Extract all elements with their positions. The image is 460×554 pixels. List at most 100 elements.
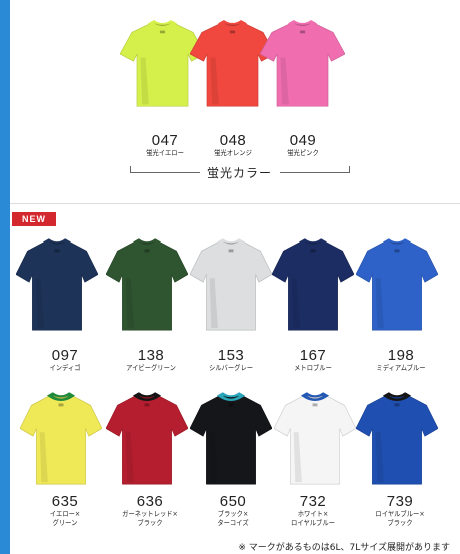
tshirt-collar <box>147 20 178 29</box>
tshirt-body <box>20 395 102 485</box>
tshirt-tag <box>228 249 234 253</box>
tshirt-tag <box>54 249 60 253</box>
tshirt-739[interactable] <box>356 390 438 486</box>
color-name-line2: グリーン <box>52 519 78 527</box>
color-name: シルバーグレー <box>208 364 254 372</box>
tshirt-shape <box>356 392 438 485</box>
tshirt-tag <box>394 403 400 407</box>
tshirt-body <box>190 241 272 331</box>
tshirt-tag <box>312 403 318 407</box>
color-name-line1: ロイヤルブルー× <box>375 510 425 518</box>
tshirt-635[interactable] <box>20 390 102 486</box>
color-name-line2: ターコイズ <box>217 519 249 527</box>
tshirt-collar <box>298 238 328 248</box>
caption-049: 049 蛍光ピンク <box>273 133 333 158</box>
color-name: アイビーグリーン <box>126 364 176 372</box>
color-code: 167 <box>299 347 327 364</box>
color-code: 650 <box>219 493 247 510</box>
tshirt-shape <box>106 392 188 485</box>
tshirt-body <box>356 395 438 485</box>
tshirt-collar <box>216 238 246 248</box>
color-code: 153 <box>217 347 245 364</box>
tshirt-153[interactable] <box>190 236 272 332</box>
tshirt-tag <box>310 249 316 253</box>
tshirt-636[interactable] <box>106 390 188 486</box>
color-name: 蛍光イエロー <box>146 149 184 157</box>
caption-167: 167 メトロブルー <box>278 348 348 373</box>
color-code: 049 <box>289 132 317 149</box>
tshirt-097[interactable] <box>16 236 98 332</box>
tshirt-body <box>106 241 188 331</box>
tshirt-tag <box>144 249 150 253</box>
tshirt-shape <box>272 238 354 331</box>
tshirt-collar <box>382 238 412 248</box>
color-name: ミディアムブルー <box>376 364 426 372</box>
tshirt-tag <box>228 403 234 407</box>
tshirt-collar <box>300 392 330 402</box>
tshirt-650[interactable] <box>190 390 272 486</box>
bracket-right-tick <box>349 166 350 172</box>
section-divider <box>10 203 460 204</box>
color-code: 097 <box>51 347 79 364</box>
color-code: 739 <box>386 493 414 510</box>
caption-739: 739 ロイヤルブルー× ブラック <box>360 494 440 528</box>
new-badge: NEW <box>12 212 56 226</box>
tshirt-198[interactable] <box>356 236 438 332</box>
tshirt-tag <box>299 30 306 34</box>
color-code: 636 <box>136 493 164 510</box>
tshirt-body <box>16 241 98 331</box>
tshirt-tag <box>229 30 236 34</box>
bracket-right-line <box>280 172 350 173</box>
color-name-line2: ロイヤルブルー <box>291 519 335 527</box>
tshirt-collar <box>217 20 248 29</box>
tshirt-collar <box>287 20 318 29</box>
color-code: 138 <box>137 347 165 364</box>
tshirt-collar <box>382 392 412 402</box>
color-code: 048 <box>219 132 247 149</box>
tshirt-167[interactable] <box>272 236 354 332</box>
caption-047: 047 蛍光イエロー <box>135 133 195 158</box>
tshirt-732[interactable] <box>274 390 356 486</box>
caption-198: 198 ミディアムブルー <box>366 348 436 373</box>
tshirt-shape <box>274 392 356 485</box>
caption-635: 635 イエロー× グリーン <box>30 494 100 528</box>
tshirt-shape <box>106 238 188 331</box>
tshirt-body <box>274 395 356 485</box>
tshirt-collar <box>42 238 72 248</box>
color-name: インディゴ <box>49 364 81 372</box>
color-name-line1: ガーネットレッド× <box>122 510 178 518</box>
tshirt-shape <box>190 238 272 331</box>
tshirt-138[interactable] <box>106 236 188 332</box>
caption-097: 097 インディゴ <box>30 348 100 373</box>
tshirt-shape <box>20 392 102 485</box>
tshirt-collar <box>46 392 76 402</box>
color-name-line1: ブラック× <box>217 510 249 518</box>
color-name-line1: ホワイト× <box>297 510 329 518</box>
tshirt-tag <box>394 249 400 253</box>
tshirt-body <box>190 395 272 485</box>
color-name-line2: ブラック <box>387 519 413 527</box>
size-footnote: ※ マークがあるものは6L、7Lサイズ展開があります <box>238 543 450 553</box>
caption-138: 138 アイビーグリーン <box>116 348 186 373</box>
tshirt-collar <box>216 392 246 402</box>
tshirt-shape <box>16 238 98 331</box>
tshirt-shape <box>356 238 438 331</box>
fluorescent-group-label: 蛍光カラー <box>207 166 273 180</box>
color-code: 635 <box>51 493 79 510</box>
bracket-left-line <box>130 172 200 173</box>
caption-732: 732 ホワイト× ロイヤルブルー <box>278 494 348 528</box>
color-name-line1: イエロー× <box>49 510 81 518</box>
caption-636: 636 ガーネットレッド× ブラック <box>110 494 190 528</box>
tshirt-shape <box>260 20 345 107</box>
caption-650: 650 ブラック× ターコイズ <box>198 494 268 528</box>
tshirt-049[interactable] <box>260 18 345 108</box>
tshirt-tag <box>159 30 166 34</box>
product-color-panel: 047 蛍光イエロー 048 蛍光オレンジ 049 蛍光ピンク 蛍光カラー NE… <box>10 0 460 554</box>
color-code: 732 <box>299 493 327 510</box>
tshirt-body <box>106 395 188 485</box>
tshirt-tag <box>144 403 150 407</box>
color-name: 蛍光オレンジ <box>214 149 252 157</box>
tshirt-tag <box>58 403 64 407</box>
color-code: 047 <box>151 132 179 149</box>
tshirt-collar <box>132 238 162 248</box>
